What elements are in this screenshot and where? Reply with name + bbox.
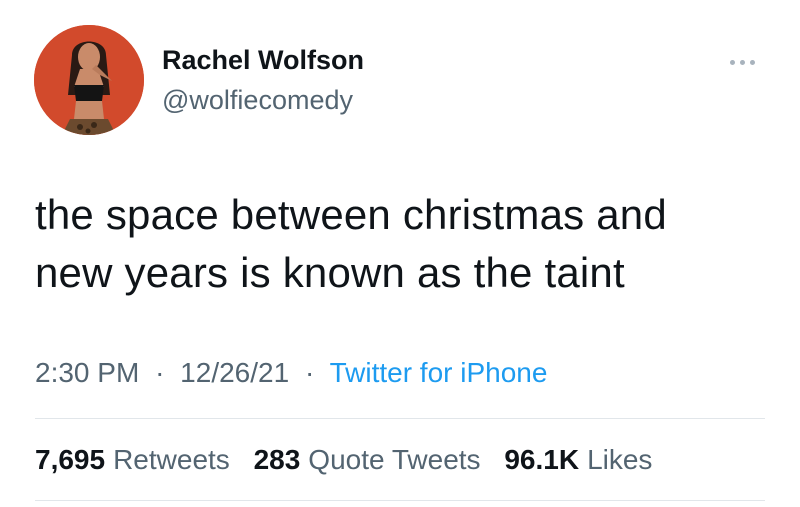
author-handle[interactable]: @wolfiecomedy: [162, 85, 353, 116]
quote-tweets-label: Quote Tweets: [308, 444, 481, 475]
tweet-source-link[interactable]: Twitter for iPhone: [330, 357, 548, 388]
divider: [35, 500, 765, 501]
meta-separator: ·: [304, 357, 315, 388]
likes-count: 96.1K: [504, 444, 580, 475]
quote-tweets-count: 283: [253, 444, 301, 475]
retweets-label: Retweets: [113, 444, 230, 475]
likes-label: Likes: [587, 444, 653, 475]
divider: [35, 418, 765, 419]
tweet-metadata: 2:30 PM · 12/26/21 · Twitter for iPhone: [35, 357, 547, 389]
tweet-date[interactable]: 12/26/21: [180, 357, 289, 388]
tweet-text-line: the space between christmas and: [35, 191, 667, 238]
tweet-text-line: new years is known as the taint: [35, 249, 625, 296]
quote-tweets-stat[interactable]: 283 Quote Tweets: [254, 444, 481, 475]
tweet-card: Rachel Wolfson @wolfiecomedy the space b…: [0, 0, 800, 507]
meta-separator: ·: [155, 357, 165, 388]
more-options-button[interactable]: [720, 50, 764, 74]
engagement-stats: 7,695 Retweets 283 Quote Tweets 96.1K Likes: [35, 444, 652, 476]
more-horizontal-icon-dot: [739, 59, 745, 65]
retweets-stat[interactable]: 7,695 Retweets: [35, 444, 230, 475]
likes-stat[interactable]: 96.1K Likes: [504, 444, 652, 475]
more-horizontal-icon-dot: [749, 59, 755, 65]
author-display-name[interactable]: Rachel Wolfson: [162, 45, 364, 76]
avatar-photo: [34, 25, 144, 135]
avatar[interactable]: [34, 25, 144, 135]
retweets-count: 7,695: [35, 444, 106, 475]
tweet-time[interactable]: 2:30 PM: [35, 357, 139, 388]
tweet-text: the space between christmas and new year…: [35, 186, 775, 302]
more-horizontal-icon: [729, 59, 735, 65]
